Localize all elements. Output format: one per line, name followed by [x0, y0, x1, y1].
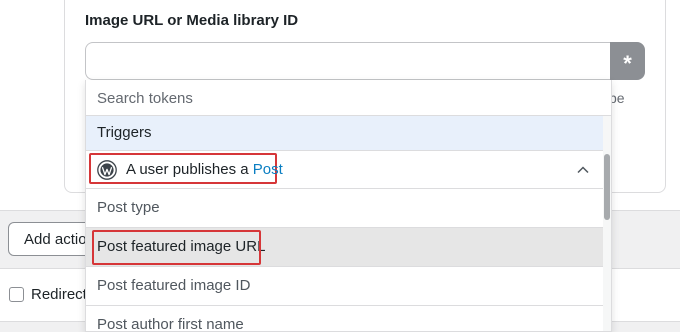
insert-token-button[interactable]: *: [610, 42, 645, 80]
trigger-post-published[interactable]: A user publishes a Post: [86, 150, 603, 189]
wordpress-icon: [97, 160, 117, 180]
token-post-featured-image-id[interactable]: Post featured image ID: [86, 267, 603, 306]
dropdown-scrollbar[interactable]: [603, 116, 611, 331]
highlight-box: [92, 230, 261, 265]
token-label: Post featured image ID: [97, 277, 251, 294]
token-post-type[interactable]: Post type: [86, 189, 603, 228]
search-tokens-input[interactable]: Search tokens: [86, 80, 611, 116]
token-label: Post author first name: [97, 316, 244, 332]
redirect-checkbox[interactable]: [9, 287, 24, 302]
token-label: Post type: [97, 199, 160, 216]
image-url-input[interactable]: [85, 42, 610, 80]
triggers-group-header: Triggers: [86, 116, 603, 150]
trigger-label-post: Post: [252, 161, 283, 178]
redirect-label: Redirect: [31, 286, 87, 303]
token-dropdown: Search tokens Triggers A user publishes …: [85, 80, 612, 332]
token-post-author-first-name[interactable]: Post author first name: [86, 306, 603, 332]
scrollbar-thumb[interactable]: [604, 154, 610, 220]
trigger-label: A user publishes a Post: [126, 161, 283, 178]
chevron-up-icon[interactable]: [577, 164, 589, 176]
token-post-featured-image-url[interactable]: Post featured image URL: [86, 228, 603, 267]
image-url-field-label: Image URL or Media library ID: [85, 12, 299, 29]
trigger-label-prefix: A user publishes a: [126, 161, 253, 178]
